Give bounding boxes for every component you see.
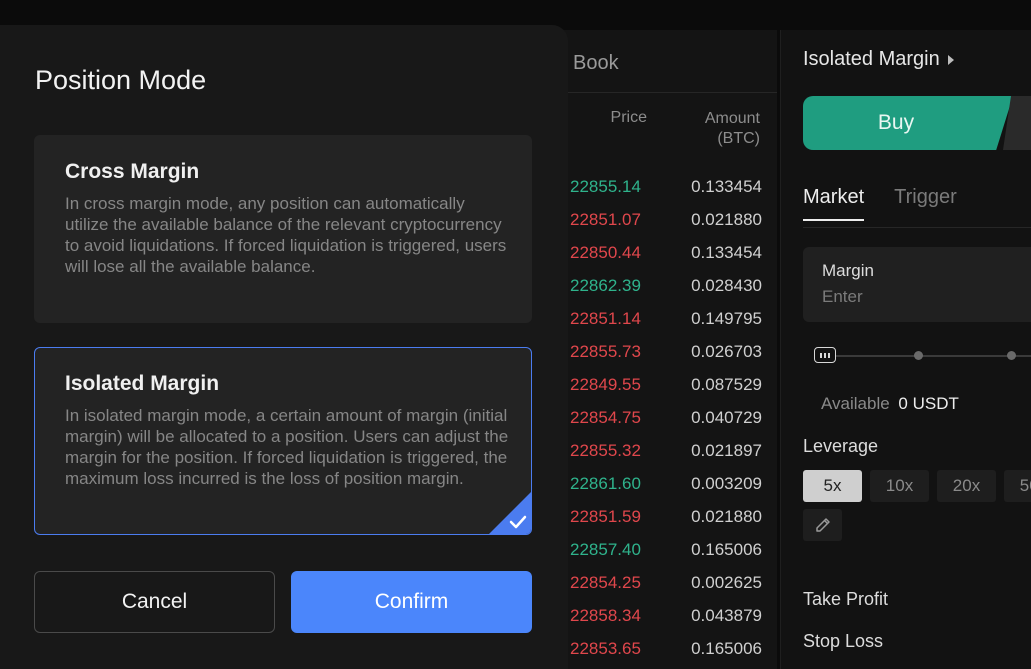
order-price: 22855.32 [570, 440, 641, 460]
buy-button[interactable]: Buy [803, 96, 1013, 150]
order-book-row[interactable]: 22855.73 0.026703 [570, 335, 762, 368]
leverage-20x-button[interactable]: 20x [937, 470, 996, 502]
order-amount: 0.021880 [691, 506, 762, 526]
order-price: 22851.59 [570, 506, 641, 526]
available-balance: Available 0 USDT [821, 394, 959, 414]
order-amount: 0.026703 [691, 341, 762, 361]
option-title: Cross Margin [65, 160, 200, 183]
leverage-label: Leverage [803, 436, 879, 456]
slider-step-dot[interactable] [914, 351, 923, 360]
order-book-panel: Book Price Amount (BTC) 22855.14 0.133454… [555, 30, 777, 669]
order-amount: 0.133454 [691, 242, 762, 262]
dialog-title: Position Mode [35, 65, 207, 95]
cross-margin-option[interactable]: Cross Margin In cross margin mode, any p… [34, 135, 532, 323]
leverage-10x-button[interactable]: 10x [870, 470, 929, 502]
order-amount: 0.002625 [691, 572, 762, 592]
leverage-5x-button[interactable]: 5x [803, 470, 862, 502]
order-price: 22854.75 [570, 407, 641, 427]
tab-trigger[interactable]: Trigger [894, 186, 957, 221]
order-book-row[interactable]: 22851.07 0.021880 [570, 203, 762, 236]
order-type-tabs: Market Trigger [803, 186, 957, 221]
order-amount: 0.165006 [691, 539, 762, 559]
available-label: Available [821, 394, 890, 413]
stop-loss-label[interactable]: Stop Loss [803, 631, 883, 652]
divider [555, 92, 777, 93]
pencil-icon [815, 518, 830, 532]
order-price: 22850.44 [570, 242, 641, 262]
order-amount: 0.149795 [691, 308, 762, 328]
isolated-margin-option[interactable]: Isolated Margin In isolated margin mode,… [34, 347, 532, 535]
tabs-divider [803, 227, 1031, 228]
position-mode-dialog: Position Mode Cross Margin In cross marg… [0, 25, 568, 669]
margin-input[interactable] [822, 287, 1022, 307]
order-book-row[interactable]: 22854.25 0.002625 [570, 566, 762, 599]
trade-panel: Isolated Margin Buy Market Trigger Margi… [780, 30, 1031, 669]
order-book-row[interactable]: 22849.55 0.087529 [570, 368, 762, 401]
order-amount: 0.021880 [691, 209, 762, 229]
order-price: 22854.25 [570, 572, 641, 592]
order-amount: 0.040729 [691, 407, 762, 427]
order-amount: 0.087529 [691, 374, 762, 394]
order-book-row[interactable]: 22861.60 0.003209 [570, 467, 762, 500]
cancel-button[interactable]: Cancel [34, 571, 275, 633]
order-book-row[interactable]: 22862.39 0.028430 [570, 269, 762, 302]
leverage-50x-button[interactable]: 50x [1004, 470, 1031, 502]
tab-market[interactable]: Market [803, 186, 865, 221]
order-book-row[interactable]: 22855.14 0.133454 [570, 170, 762, 203]
order-price: 22855.14 [570, 176, 641, 196]
order-price: 22849.55 [570, 374, 641, 394]
option-description: In cross margin mode, any position can a… [65, 194, 507, 276]
order-book-rows: 22855.14 0.133454 22851.07 0.021880 22850.44… [570, 170, 762, 665]
slider-handle-icon[interactable] [814, 347, 836, 363]
amount-slider-track[interactable] [816, 355, 1031, 357]
order-book-row[interactable]: 22853.65 0.165006 [570, 632, 762, 665]
option-description: In isolated margin mode, a certain amoun… [65, 406, 509, 488]
order-book-row[interactable]: 22851.59 0.021880 [570, 500, 762, 533]
order-price: 22853.65 [570, 638, 641, 658]
order-amount: 0.133454 [691, 176, 762, 196]
margin-field-label: Margin [822, 261, 874, 280]
order-amount: 0.165006 [691, 638, 762, 658]
order-book-title: Book [573, 52, 619, 74]
order-price: 22851.07 [570, 209, 641, 229]
order-price: 22861.60 [570, 473, 641, 493]
order-book-row[interactable]: 22854.75 0.040729 [570, 401, 762, 434]
order-book-row[interactable]: 22858.34 0.043879 [570, 599, 762, 632]
checkmark-icon [509, 515, 527, 529]
order-price: 22862.39 [570, 275, 641, 295]
order-book-row[interactable]: 22855.32 0.021897 [570, 434, 762, 467]
selected-badge [489, 492, 531, 534]
order-book-row[interactable]: 22857.40 0.165006 [570, 533, 762, 566]
order-price: 22857.40 [570, 539, 641, 559]
order-amount: 0.028430 [691, 275, 762, 295]
price-column-header: Price [610, 109, 647, 126]
slider-step-dot[interactable] [1007, 351, 1016, 360]
available-value: 0 USDT [898, 394, 959, 413]
margin-mode-selector[interactable]: Isolated Margin [803, 48, 954, 71]
edit-leverage-button[interactable] [803, 509, 842, 541]
order-amount: 0.003209 [691, 473, 762, 493]
order-book-row[interactable]: 22851.14 0.149795 [570, 302, 762, 335]
option-title: Isolated Margin [65, 372, 220, 395]
order-price: 22851.14 [570, 308, 641, 328]
order-book-row[interactable]: 22850.44 0.133454 [570, 236, 762, 269]
confirm-button[interactable]: Confirm [291, 571, 532, 633]
leverage-options: 5x 10x 20x 50x [803, 470, 1031, 502]
margin-field[interactable]: Margin [803, 247, 1031, 322]
take-profit-label[interactable]: Take Profit [803, 589, 888, 610]
margin-mode-label: Isolated Margin [803, 48, 940, 70]
caret-right-icon [947, 54, 954, 65]
amount-column-header: Amount (BTC) [704, 110, 760, 147]
order-price: 22858.34 [570, 605, 641, 625]
order-amount: 0.043879 [691, 605, 762, 625]
order-price: 22855.73 [570, 341, 641, 361]
order-amount: 0.021897 [691, 440, 762, 460]
